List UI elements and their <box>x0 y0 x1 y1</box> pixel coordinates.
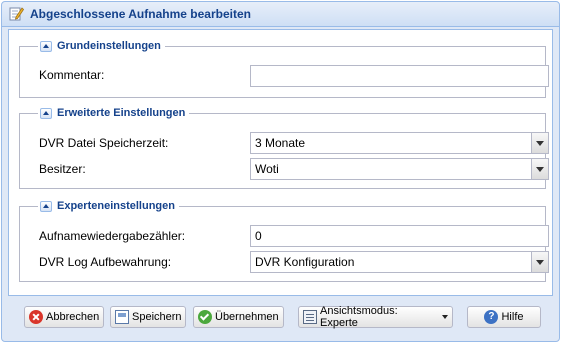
chevron-down-icon[interactable] <box>531 133 548 153</box>
playcount-label: Aufnamewiedergabezähler: <box>39 229 186 243</box>
save-icon <box>115 310 129 324</box>
advanced-settings-legend: Erweiterte Einstellungen <box>38 105 190 121</box>
retention-label: DVR Datei Speicherzeit: <box>39 136 169 150</box>
advanced-settings-title: Erweiterte Einstellungen <box>57 107 186 119</box>
dropdown-arrow-icon <box>442 315 448 319</box>
retention-select[interactable]: 3 Monate <box>250 132 549 154</box>
title-bar: Abgeschlossene Aufnahme bearbeiten <box>2 2 559 27</box>
cancel-button[interactable]: Abbrechen <box>24 306 104 328</box>
owner-select[interactable]: Woti <box>250 158 549 180</box>
help-label: Hilfe <box>501 311 524 323</box>
cancel-label: Abbrechen <box>46 311 100 323</box>
help-button[interactable]: ? Hilfe <box>467 306 541 328</box>
expert-settings-title: Experteneinstellungen <box>57 200 175 212</box>
expert-settings-section: Experteneinstellungen Aufnamewiedergabez… <box>19 198 549 282</box>
collapse-basic-icon[interactable] <box>40 40 52 52</box>
owner-value: Woti <box>255 162 279 176</box>
form-panel: Grundeinstellungen Kommentar: Erweiterte… <box>8 29 553 296</box>
expert-settings-legend: Experteneinstellungen <box>38 198 179 214</box>
edit-document-icon <box>9 7 24 21</box>
basic-settings-title: Grundeinstellungen <box>57 40 161 52</box>
edit-recording-dialog: Abgeschlossene Aufnahme bearbeiten Grund… <box>1 1 560 342</box>
log-retention-label: DVR Log Aufbewahrung: <box>39 255 172 269</box>
retention-value: 3 Monate <box>255 136 306 150</box>
save-label: Speichern <box>132 311 182 323</box>
log-retention-value: DVR Konfiguration <box>255 255 355 269</box>
playcount-input[interactable]: 0 <box>250 225 549 247</box>
log-retention-select[interactable]: DVR Konfiguration <box>250 251 549 273</box>
save-button[interactable]: Speichern <box>110 306 186 328</box>
advanced-settings-section: Erweiterte Einstellungen DVR Datei Speic… <box>19 105 549 189</box>
window-title: Abgeschlossene Aufnahme bearbeiten <box>30 7 251 21</box>
basic-settings-section: Grundeinstellungen Kommentar: <box>19 38 549 98</box>
help-icon: ? <box>484 310 499 324</box>
apply-button[interactable]: Übernehmen <box>193 306 284 328</box>
collapse-expert-icon[interactable] <box>40 200 52 212</box>
chevron-down-icon[interactable] <box>531 159 548 179</box>
apply-label: Übernehmen <box>215 311 279 323</box>
cancel-icon <box>29 310 43 324</box>
collapse-advanced-icon[interactable] <box>40 107 52 119</box>
checkmark-icon <box>198 310 212 324</box>
comment-input[interactable] <box>250 65 549 87</box>
view-mode-label: Ansichtsmodus: Experte <box>320 305 398 329</box>
owner-label: Besitzer: <box>39 162 86 176</box>
chevron-down-icon[interactable] <box>531 252 548 272</box>
view-mode-icon <box>303 310 317 324</box>
basic-settings-legend: Grundeinstellungen <box>38 38 165 54</box>
view-mode-button[interactable]: Ansichtsmodus: Experte <box>298 305 453 329</box>
comment-label: Kommentar: <box>39 68 105 82</box>
